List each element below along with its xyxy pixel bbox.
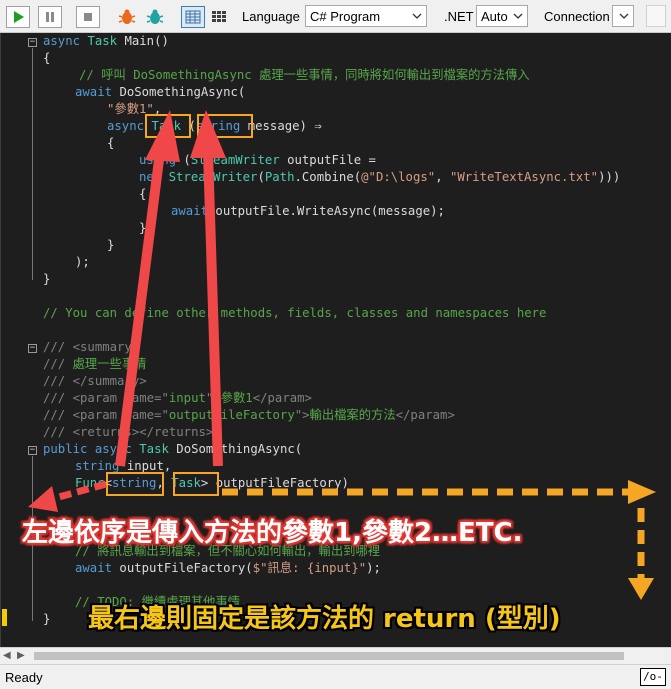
scroll-left-icon[interactable]: ◀ [3, 650, 11, 661]
annotation-caption-parameters: 左邊依序是傳入方法的參數1,參數2…ETC. [22, 518, 523, 548]
chevron-down-icon [412, 13, 422, 19]
run-button[interactable] [6, 6, 30, 28]
code-line: /// 處理一些事情 [43, 357, 147, 371]
fold-toggle-dosomething[interactable]: − [28, 446, 37, 455]
code-line: { [139, 187, 147, 201]
highlight-box-string-lambda [197, 114, 253, 138]
teal-bug-icon [146, 9, 164, 24]
scroll-right-icon[interactable]: ▶ [17, 650, 25, 661]
code-line: async Task Main() [43, 34, 169, 48]
code-line: } [43, 612, 51, 626]
toolbar-overflow [646, 5, 666, 27]
language-select[interactable]: C# Program [305, 5, 427, 27]
code-line: new StreamWriter(Path.Combine(@"D:\logs"… [139, 170, 621, 184]
code-line: public async Task DoSomethingAsync( [43, 442, 303, 456]
code-line: } [107, 238, 115, 252]
code-line: /// <returns></returns> [43, 425, 214, 439]
code-text: async Task Main() { // 呼叫 DoSomethingAsy… [43, 33, 671, 647]
rich-text-results-button[interactable] [181, 6, 205, 28]
changed-line-marker [2, 609, 7, 626]
stop-button[interactable] [76, 6, 100, 28]
code-line: /// <summary> [43, 340, 140, 354]
status-text: Ready [5, 670, 43, 685]
code-editor[interactable]: − − − async Task Main() { // 呼叫 DoSometh… [0, 33, 671, 647]
code-line: { [43, 51, 51, 65]
code-line: // 呼叫 DoSomethingAsync 處理一些事情，同時將如何輸出到檔案… [79, 68, 530, 82]
grid-icon [212, 11, 226, 22]
pause-button[interactable] [38, 6, 62, 28]
status-indicator[interactable]: /o- [640, 668, 666, 686]
code-line: /// <param name="input">參數1</param> [43, 391, 312, 405]
code-line: await DoSomethingAsync( [75, 85, 246, 99]
dotnet-select-value: Auto [481, 9, 508, 24]
language-select-value: C# Program [310, 9, 381, 24]
debug-bug-alt-button[interactable] [144, 6, 166, 28]
toolbar: Language C# Program .NET Auto Connection [0, 0, 671, 33]
horizontal-scrollbar[interactable]: ◀ ▶ [0, 647, 671, 663]
code-line: ); [75, 255, 90, 269]
code-line: // You can define other methods, fields,… [43, 306, 547, 320]
status-bar: Ready /o- [0, 664, 671, 689]
annotation-caption-return: 最右邊則固定是該方法的 return (型別) [88, 604, 561, 634]
code-line: /// <param name="outputFileFactory">輸出檔案… [43, 408, 455, 422]
highlight-box-task-lambda [145, 114, 191, 138]
code-line: await outputFile.WriteAsync(message); [171, 204, 445, 218]
fold-toggle-summary[interactable]: − [28, 344, 37, 353]
dotnet-label: .NET [444, 9, 474, 24]
code-line: using (StreamWriter outputFile = [139, 153, 376, 167]
connection-label: Connection [544, 9, 610, 24]
code-line: /// </summary> [43, 374, 147, 388]
code-line: } [43, 272, 51, 286]
chevron-down-icon [619, 13, 629, 19]
scrollbar-thumb[interactable] [34, 652, 624, 660]
highlight-box-string-func [106, 472, 164, 496]
highlight-box-task-func [173, 472, 219, 496]
code-line: await outputFileFactory($"訊息: {input}"); [75, 561, 381, 575]
connection-select[interactable] [612, 5, 634, 27]
dotnet-select[interactable]: Auto [476, 5, 528, 27]
pause-icon [46, 12, 54, 22]
code-line: { [107, 136, 115, 150]
stop-icon [84, 13, 92, 21]
grid-rows-icon [185, 10, 201, 24]
chevron-down-icon [513, 13, 523, 19]
debug-bug-button[interactable] [116, 6, 138, 28]
play-icon [14, 11, 24, 23]
code-line: } [139, 221, 147, 235]
data-grid-results-button[interactable] [208, 6, 230, 28]
language-label: Language [242, 9, 300, 24]
orange-bug-icon [118, 9, 136, 24]
fold-toggle-main[interactable]: − [28, 38, 37, 47]
fold-guide [32, 48, 33, 280]
